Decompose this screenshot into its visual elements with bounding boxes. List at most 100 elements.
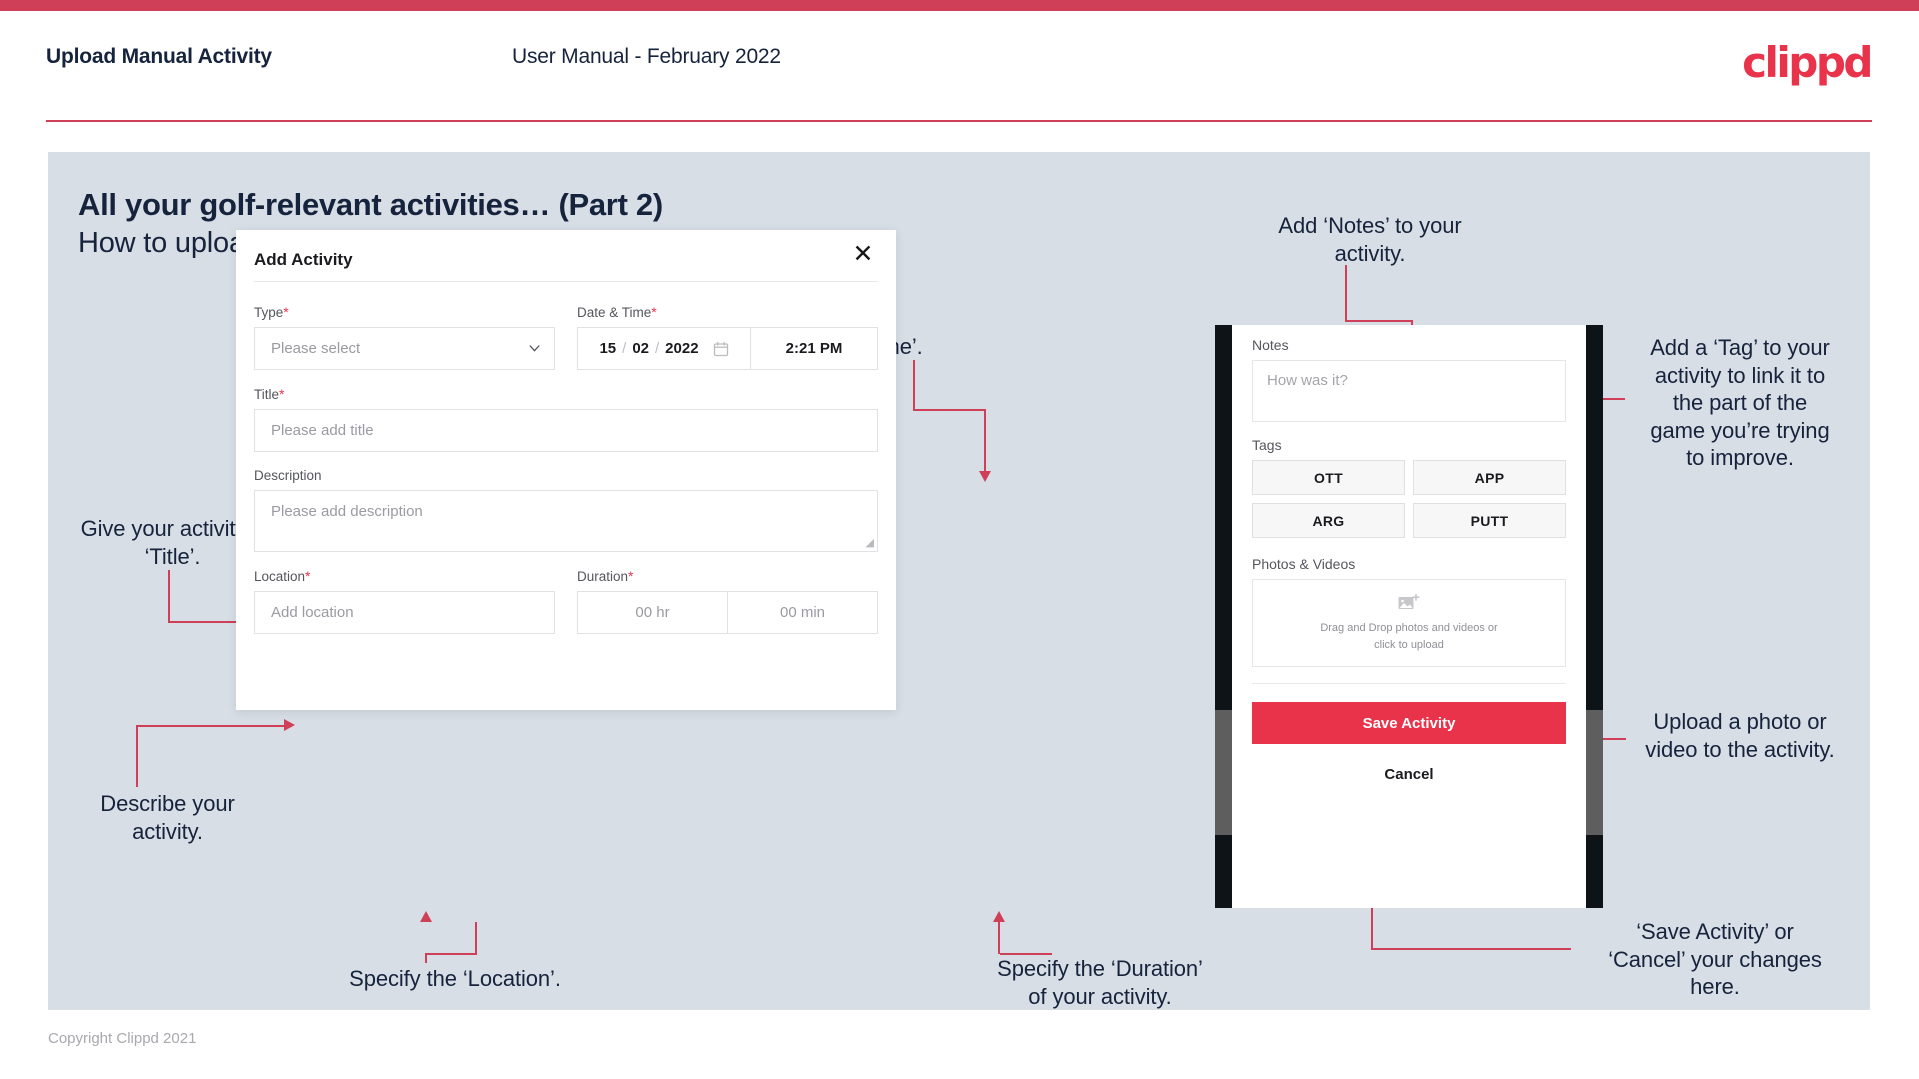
add-activity-dialog: Add Activity ✕ Type* Please select Date … [236,230,896,710]
datetime-control: 15 / 02 / 2022 2:21 PM [577,327,878,370]
connector-loc-v2 [425,953,427,963]
resize-grip-icon[interactable]: ◢ [866,538,874,549]
connector-dt-v1 [913,360,915,410]
connector-desc-v [136,725,138,787]
phone-screen: Notes How was it? Tags OTT APP ARG PUTT … [1232,325,1586,908]
dropzone-text-line1: Drag and Drop photos and videos or [1320,622,1498,634]
tags-grid: OTT APP ARG PUTT [1252,460,1566,538]
notes-textarea[interactable]: How was it? [1252,360,1566,422]
annotation-save: ‘Save Activity’ or ‘Cancel’ your changes h… [1608,919,1822,999]
phone-bezel-left-grey [1215,710,1232,835]
connector-notes-v1 [1345,265,1347,320]
chevron-down-icon [529,345,540,352]
photo-dropzone[interactable]: Drag and Drop photos and videos or click… [1252,579,1566,667]
row-location-duration: Location* Add location Duration* 00 hr 0… [254,568,878,634]
tag-button-putt[interactable]: PUTT [1413,503,1566,538]
type-select[interactable]: Please select [254,327,555,370]
annotation-description: Describe your activity. [100,791,235,844]
connector-notes-h [1345,320,1412,322]
slide-title: All your golf-relevant activities… (Part… [78,187,663,222]
field-duration: Duration* 00 hr 00 min [577,568,878,634]
title-label: Title* [254,386,878,402]
cancel-button[interactable]: Cancel [1252,766,1566,783]
type-label: Type* [254,304,555,320]
field-datetime: Date & Time* 15 / 02 / 2022 2:21 PM [577,304,878,370]
connector-desc-h [136,725,286,727]
close-icon[interactable]: ✕ [850,242,876,268]
annotation-photos: Upload a photo or video to the activity. [1645,709,1835,762]
connector-loc-h [425,953,477,955]
description-label: Description [254,468,878,483]
tag-button-ott[interactable]: OTT [1252,460,1405,495]
arrow-datetime [979,471,991,482]
description-placeholder: Please add description [271,503,423,520]
annotation-tags: Add a ‘Tag’ to your activity to link it t… [1650,335,1830,470]
connector-save-h [1371,948,1571,950]
connector-dt-v2 [984,409,986,471]
tag-button-app[interactable]: APP [1413,460,1566,495]
dialog-body: Type* Please select Date & Time* 15 / 02… [236,282,896,634]
duration-hours-input[interactable]: 00 hr [578,592,728,633]
date-sep-1: / [622,340,627,357]
date-day: 15 [599,340,617,357]
phone-bezel-right-grey [1586,710,1603,835]
page-title: Upload Manual Activity [46,45,272,68]
top-accent-bar [0,0,1919,11]
date-year: 2022 [665,340,699,357]
dialog-header: Add Activity ✕ [254,230,878,282]
time-input[interactable]: 2:21 PM [751,328,877,369]
location-label: Location* [254,568,555,584]
description-textarea[interactable]: Please add description ◢ [254,490,878,552]
add-image-icon [1398,593,1420,609]
copyright-text: Copyright Clippd 2021 [48,1030,197,1047]
notes-label: Notes [1252,337,1289,353]
calendar-icon[interactable] [713,341,729,357]
connector-dur-h [1000,953,1052,955]
required-marker: * [305,568,311,584]
header-subtitle: User Manual - February 2022 [512,45,781,68]
duration-minutes-input[interactable]: 00 min [728,592,877,633]
datetime-label-text: Date & Time [577,305,652,320]
required-marker: * [283,304,289,320]
connector-dur-v [998,922,1000,954]
type-placeholder: Please select [271,340,361,357]
field-title: Title* Please add title [254,386,878,452]
page-root: Upload Manual Activity User Manual - Feb… [0,0,1919,1079]
annotation-notes: Add ‘Notes’ to your activity. [1278,213,1462,266]
location-input[interactable]: Add location [254,591,555,634]
title-label-text: Title [254,387,280,402]
duration-label: Duration* [577,568,878,584]
title-input[interactable]: Please add title [254,409,878,452]
arrow-description [284,719,295,731]
required-marker: * [651,304,657,320]
annotation-location: Specify the ‘Location’. [349,966,561,991]
header-divider [46,120,1872,122]
clippd-logo: clippd [1742,38,1873,87]
field-location: Location* Add location [254,568,555,634]
field-type: Type* Please select [254,304,555,370]
required-marker: * [279,386,285,402]
save-activity-button[interactable]: Save Activity [1252,702,1566,744]
date-month: 02 [632,340,649,357]
phone-mockup: Notes How was it? Tags OTT APP ARG PUTT … [1215,325,1603,908]
type-label-text: Type [254,305,284,320]
connector-loc-v [475,922,477,954]
required-marker: * [628,568,634,584]
description-label-text: Description [254,468,322,483]
duration-label-text: Duration [577,569,629,584]
dialog-title: Add Activity [254,250,353,269]
field-description: Description Please add description ◢ [254,468,878,552]
tag-button-arg[interactable]: ARG [1252,503,1405,538]
row-type-datetime: Type* Please select Date & Time* 15 / 02… [254,304,878,370]
photos-label: Photos & Videos [1252,556,1356,572]
annotation-duration: Specify the ‘Duration’ of your activity. [997,956,1203,1009]
duration-control: 00 hr 00 min [577,591,878,634]
date-sep-2: / [655,340,660,357]
connector-title-v [168,570,170,622]
arrow-duration [993,911,1005,922]
tags-label: Tags [1252,437,1282,453]
datetime-label: Date & Time* [577,304,878,320]
location-label-text: Location [254,569,306,584]
arrow-location [420,911,432,922]
date-input[interactable]: 15 / 02 / 2022 [578,328,751,369]
